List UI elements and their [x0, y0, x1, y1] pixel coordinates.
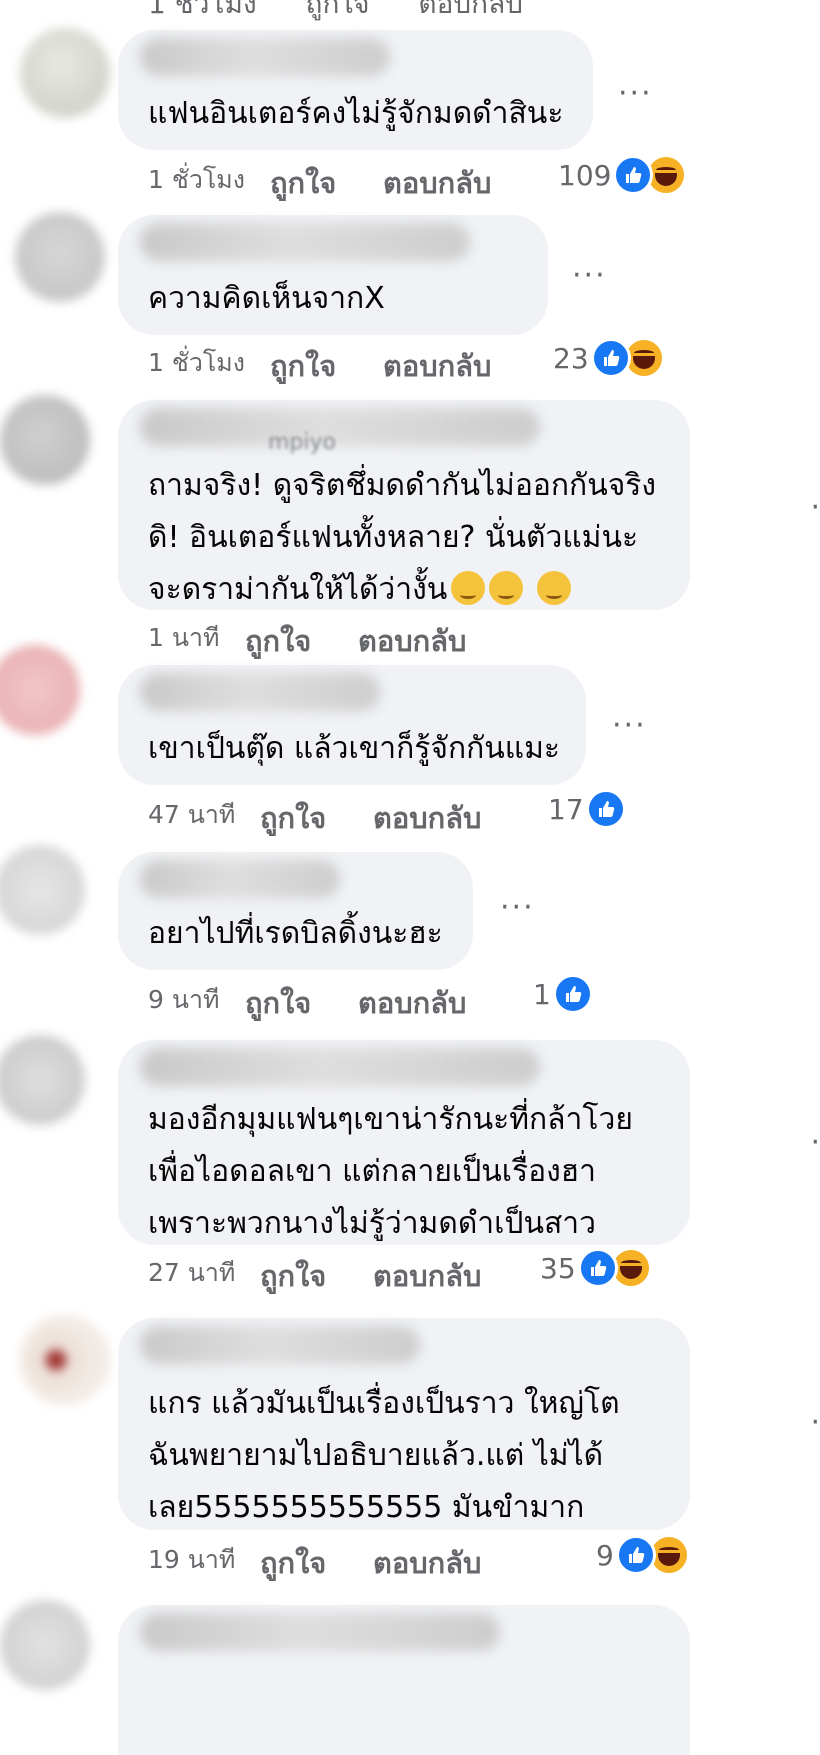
author-name-blurred [140, 673, 380, 711]
comment-time: 1 ชั่วโมง [148, 0, 257, 20]
comment-time: 27 นาที [148, 1258, 236, 1287]
reply-link[interactable]: ตอบกลับ [373, 1540, 481, 1586]
comment-text: เขาเป็นตุ๊ด แล้วเขาก็รู้จักกันแมะ [148, 731, 561, 766]
comment-meta: 27 นาที ถูกใจ ตอบกลับ 35 [148, 1247, 652, 1293]
reaction-count: 1 [533, 977, 551, 1011]
reactions[interactable]: 1 [533, 974, 593, 1014]
like-link[interactable]: ถูกใจ [270, 343, 336, 389]
avatar[interactable] [0, 1600, 90, 1690]
comment-bubble [118, 1605, 690, 1755]
comment-time: 1 ชั่วโมง [148, 348, 245, 377]
more-options-icon[interactable]: · [810, 1125, 820, 1160]
comment-text: แฟนอินเตอร์คงไม่รู้จักมดดำสินะ [148, 96, 564, 131]
comment-meta: 9 นาที ถูกใจ ตอบกลับ 1 [148, 974, 593, 1020]
more-options-icon[interactable]: · [810, 490, 820, 525]
comment-bubble: อยาไปที่เรดบิลดิ้งนะฮะ [118, 852, 473, 970]
like-link[interactable]: ถูกใจ [306, 0, 370, 20]
author-name-blurred [140, 1048, 540, 1086]
reactions[interactable]: 109 [558, 154, 688, 196]
pleading-face-icon [451, 570, 486, 605]
reactions[interactable]: 23 [553, 337, 665, 379]
more-options-icon[interactable]: ··· [500, 890, 535, 925]
comment-text: อยาไปที่เรดบิลดิ้งนะฮะ [148, 916, 443, 951]
comment-time: 1 นาที [148, 623, 220, 652]
like-icon [613, 155, 654, 195]
like-link[interactable]: ถูกใจ [260, 1540, 326, 1586]
like-link[interactable]: ถูกใจ [270, 160, 336, 206]
reaction-count: 9 [596, 1538, 614, 1572]
more-options-icon[interactable]: · [810, 1405, 820, 1440]
like-icon [552, 974, 593, 1014]
reaction-count: 17 [548, 792, 584, 826]
comment-text: มองอีกมุมแฟนๆเขาน่ารักนะที่กล้าโวย เพื่อ… [148, 1102, 633, 1241]
reply-link[interactable]: ตอบกลับ [373, 1253, 481, 1299]
like-icon [585, 789, 626, 829]
more-options-icon[interactable]: ··· [618, 76, 653, 111]
comment-meta: 19 นาที ถูกใจ ตอบกลับ 9 [148, 1534, 690, 1580]
reactions[interactable]: 17 [548, 789, 626, 829]
comment-bubble: มองอีกมุมแฟนๆเขาน่ารักนะที่กล้าโวย เพื่อ… [118, 1040, 690, 1245]
reaction-count: 35 [540, 1251, 576, 1285]
comment-text: แกร แล้วมันเป็นเรื่องเป็นราว ใหญ่โต ฉันพ… [148, 1386, 620, 1525]
reaction-count: 109 [558, 158, 612, 192]
avatar[interactable] [0, 395, 90, 485]
author-name-blurred [140, 223, 470, 261]
comment-meta: 1 ชั่วโมง ถูกใจ ตอบกลับ 23 [148, 337, 665, 383]
author-name-fragment: mpiyo [268, 430, 336, 455]
avatar[interactable] [0, 645, 80, 735]
avatar[interactable] [20, 28, 110, 118]
comment-bubble: แฟนอินเตอร์คงไม่รู้จักมดดำสินะ [118, 30, 593, 150]
author-name-blurred [140, 38, 390, 76]
comment-meta: 1 ชั่วโมง ถูกใจ ตอบกลับ 109 [148, 154, 688, 200]
sweat-smile-icon [489, 570, 524, 605]
comment-time: 1 ชั่วโมง [148, 165, 245, 194]
more-options-icon[interactable]: ··· [612, 708, 647, 743]
author-name-blurred [140, 408, 540, 446]
pleading-face-icon [537, 570, 572, 605]
comment-text: ความคิดเห็นจากX [148, 281, 385, 316]
reply-link[interactable]: ตอบกลับ [383, 160, 491, 206]
like-link[interactable]: ถูกใจ [245, 618, 311, 664]
comment-bubble: แกร แล้วมันเป็นเรื่องเป็นราว ใหญ่โต ฉันพ… [118, 1318, 690, 1530]
like-icon [615, 1535, 656, 1575]
reaction-count: 23 [553, 341, 589, 375]
like-link[interactable]: ถูกใจ [260, 795, 326, 841]
reactions[interactable]: 35 [540, 1247, 652, 1289]
author-name-blurred [140, 860, 340, 898]
author-name-blurred [140, 1613, 500, 1651]
avatar[interactable] [0, 1035, 85, 1125]
comment-meta: 1 นาที ถูกใจ ตอบกลับ [148, 618, 466, 658]
like-link[interactable]: ถูกใจ [245, 980, 311, 1026]
reply-link[interactable]: ตอบกลับ [373, 795, 481, 841]
more-options-icon[interactable]: ··· [572, 258, 607, 293]
avatar[interactable] [20, 1315, 110, 1405]
like-link[interactable]: ถูกใจ [260, 1253, 326, 1299]
comment-bubble: mpiyo ถามจริง! ดูจริตชึ่มดดำกันไม่ออกกัน… [118, 400, 690, 610]
reactions[interactable]: 9 [596, 1534, 690, 1576]
comment-time: 19 นาที [148, 1545, 236, 1574]
author-name-blurred [140, 1326, 420, 1364]
reply-link[interactable]: ตอบกลับ [358, 980, 466, 1026]
comment-text: ถามจริง! ดูจริตชึ่มดดำกันไม่ออกกันจริง ด… [148, 468, 657, 607]
reply-link[interactable]: ตอบกลับ [358, 618, 466, 664]
like-icon [577, 1248, 618, 1288]
avatar[interactable] [0, 845, 85, 935]
reply-link[interactable]: ตอบกลับ [418, 0, 523, 20]
comment-time: 9 นาที [148, 985, 220, 1014]
like-icon [590, 338, 631, 378]
comment-bubble: เขาเป็นตุ๊ด แล้วเขาก็รู้จักกันแมะ [118, 665, 586, 785]
comment-meta: 47 นาที ถูกใจ ตอบกลับ 17 [148, 789, 626, 835]
avatar[interactable] [15, 212, 105, 302]
previous-comment-meta: 1 ชั่วโมง ถูกใจ ตอบกลับ [148, 0, 563, 26]
comment-time: 47 นาที [148, 800, 236, 829]
comment-bubble: ความคิดเห็นจากX [118, 215, 548, 335]
reply-link[interactable]: ตอบกลับ [383, 343, 491, 389]
